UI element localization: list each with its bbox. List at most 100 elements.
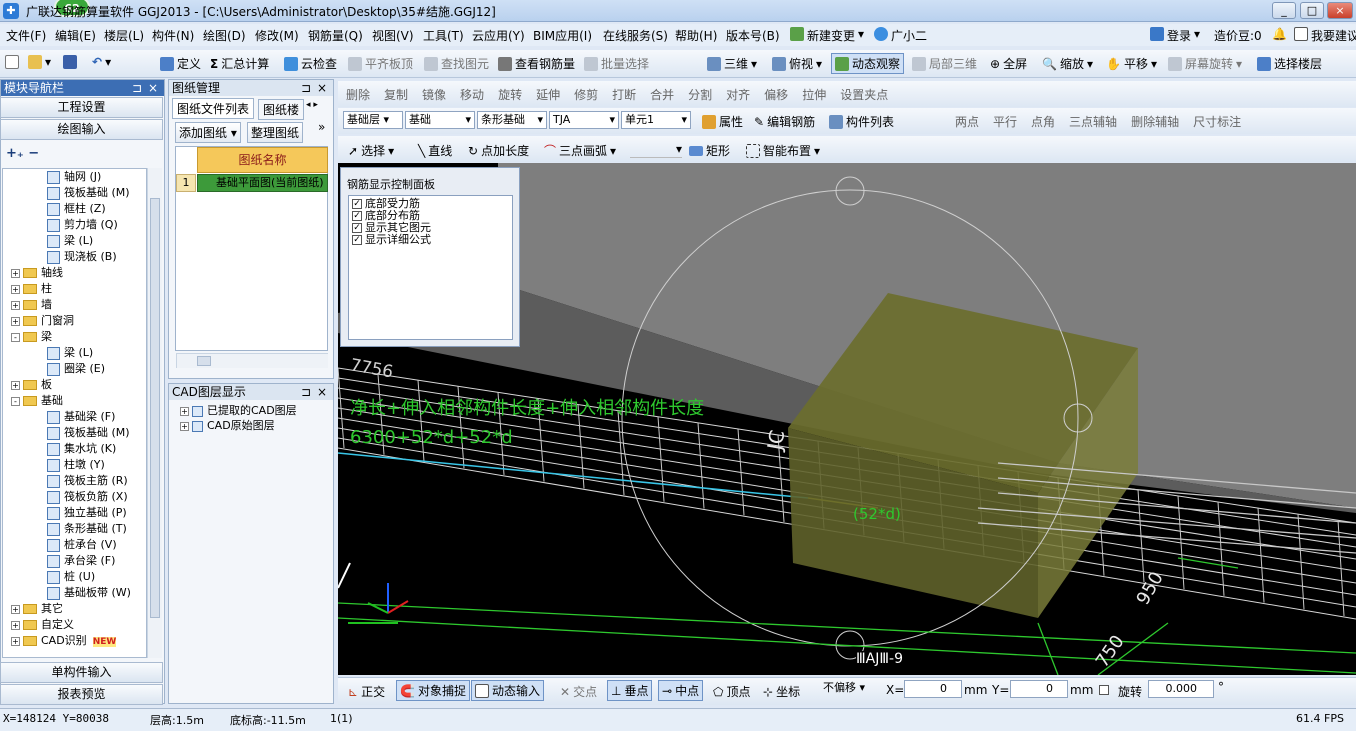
tree-item[interactable]: 桩 (U)	[3, 569, 146, 585]
project-settings-button[interactable]: 工程设置	[0, 97, 163, 118]
tree-item[interactable]: 框柱 (Z)	[3, 201, 146, 217]
perpendicular-snap-button[interactable]: ⊥ 垂点	[607, 680, 653, 701]
floor-select[interactable]: 基础层 ▾	[343, 111, 403, 129]
pan-button[interactable]: ✋ 平移 ▾	[1106, 55, 1157, 72]
edit-tool-button[interactable]: 旋转	[498, 86, 522, 103]
pin-icon[interactable]: ⊐	[132, 80, 142, 96]
axis-tool-button[interactable]: 点角	[1031, 113, 1055, 130]
component-list-button[interactable]: 构件列表	[829, 113, 894, 130]
price-balance[interactable]: 造价豆:0	[1214, 27, 1262, 44]
tree-item[interactable]: 筏板负筋 (X)	[3, 489, 146, 505]
cloud-check-button[interactable]: 云检查	[284, 55, 337, 72]
cad-layer-original[interactable]: + CAD原始图层	[180, 417, 275, 433]
tree-item[interactable]: 筏板基础 (M)	[3, 425, 146, 441]
tree-folder[interactable]: -梁	[3, 329, 146, 345]
tree-item[interactable]: 梁 (L)	[3, 233, 146, 249]
object-snap-button[interactable]: 🧲 对象捕捉	[396, 680, 470, 701]
single-component-input-button[interactable]: 单构件输入	[0, 662, 163, 683]
tree-item[interactable]: 独立基础 (P)	[3, 505, 146, 521]
expand-icon[interactable]: +	[11, 300, 20, 310]
edit-rebar-button[interactable]: ✎ 编辑钢筋	[754, 113, 815, 130]
axis-tool-button[interactable]: 两点	[955, 113, 979, 130]
tab-drawing-files[interactable]: 图纸文件列表	[172, 98, 255, 119]
component-name-select[interactable]: TJA ▾	[549, 111, 619, 129]
dynamic-input-button[interactable]: 动态输入	[471, 680, 545, 701]
table-row[interactable]: 基础平面图(当前图纸)	[197, 174, 328, 192]
edit-tool-button[interactable]: 复制	[384, 86, 408, 103]
screen-rotate-button[interactable]: 屏幕旋转 ▾	[1168, 55, 1242, 72]
pin-icon[interactable]: ⊐	[301, 80, 311, 96]
rotate-input[interactable]: 0.000	[1148, 680, 1214, 698]
intersection-snap-button[interactable]: ✕ 交点	[560, 683, 597, 700]
define-button[interactable]: 定义	[160, 55, 201, 72]
tree-item[interactable]: 圈梁 (E)	[3, 361, 146, 377]
expand-icon[interactable]: +	[11, 604, 20, 614]
align-slab-top-button[interactable]: 平齐板顶	[348, 55, 413, 72]
menu-rebar[interactable]: 钢筋量(Q)	[308, 27, 363, 44]
collapse-icon[interactable]: -	[11, 396, 20, 406]
more-icon[interactable]: »	[318, 120, 325, 134]
open-file-icon[interactable]: ▾	[28, 55, 51, 69]
edit-tool-button[interactable]: 分割	[688, 86, 712, 103]
edit-tool-button[interactable]: 对齐	[726, 86, 750, 103]
unit-select[interactable]: 单元1 ▾	[621, 111, 691, 129]
tree-folder[interactable]: + 墙	[3, 297, 146, 313]
tree-item[interactable]: 轴网 (J)	[3, 169, 146, 185]
minimize-button[interactable]: _	[1272, 2, 1296, 19]
tree-item[interactable]: 集水坑 (K)	[3, 441, 146, 457]
expand-icon[interactable]: +	[11, 316, 20, 326]
edit-tool-button[interactable]: 合并	[650, 86, 674, 103]
menu-help[interactable]: 帮助(H)	[675, 27, 717, 44]
tree-item[interactable]: 筏板主筋 (R)	[3, 473, 146, 489]
edit-tool-button[interactable]: 移动	[460, 86, 484, 103]
expand-icon[interactable]: +	[11, 284, 20, 294]
vertex-snap-button[interactable]: ⬠ 顶点	[713, 683, 750, 700]
tree-folder[interactable]: + 门窗洞	[3, 313, 146, 329]
undo-icon[interactable]: ↶ ▾	[92, 55, 111, 69]
edit-tool-button[interactable]: 偏移	[764, 86, 788, 103]
close-icon[interactable]: ×	[317, 80, 327, 96]
menu-bim[interactable]: BIM应用(I)	[533, 27, 592, 44]
y-input[interactable]: 0	[1010, 680, 1068, 698]
axis-tool-button[interactable]: 平行	[993, 113, 1017, 130]
edit-tool-button[interactable]: 拉伸	[802, 86, 826, 103]
tree-folder[interactable]: + 自定义	[3, 617, 146, 633]
select-button[interactable]: ➚ 选择 ▾	[348, 142, 394, 159]
edit-tool-button[interactable]: 镜像	[422, 86, 446, 103]
axis-tool-button[interactable]: 尺寸标注	[1193, 113, 1241, 130]
point-length-button[interactable]: ↻ 点加长度	[468, 142, 529, 159]
organize-drawing-button[interactable]: 整理图纸	[247, 122, 304, 143]
tree-folder[interactable]: + CAD识别 NEW	[3, 633, 146, 649]
app-icon[interactable]: ✚	[3, 3, 19, 19]
line-button[interactable]: ╲ 直线	[418, 142, 452, 159]
tree-item[interactable]: 桩承台 (V)	[3, 537, 146, 553]
tree-item[interactable]: 梁 (L)	[3, 345, 146, 361]
tree-folder[interactable]: + 轴线	[3, 265, 146, 281]
smart-layout-button[interactable]: 智能布置 ▾	[746, 142, 820, 159]
edit-tool-button[interactable]: 设置夹点	[840, 86, 888, 103]
menu-file[interactable]: 文件(F)	[6, 27, 46, 44]
top-view-button[interactable]: 俯视 ▾	[772, 55, 822, 72]
tree-item[interactable]: 条形基础 (T)	[3, 521, 146, 537]
menu-view[interactable]: 视图(V)	[372, 27, 414, 44]
tree-item[interactable]: 筏板基础 (M)	[3, 185, 146, 201]
tree-item[interactable]: 柱墩 (Y)	[3, 457, 146, 473]
tree-item[interactable]: 基础板带 (W)	[3, 585, 146, 601]
expand-icon[interactable]: +	[11, 380, 20, 390]
new-file-icon[interactable]	[5, 55, 19, 69]
tree-scrollbar[interactable]	[147, 168, 162, 658]
expand-icon[interactable]: +	[11, 620, 20, 630]
menu-online[interactable]: 在线服务(S)	[603, 27, 668, 44]
type-select[interactable]: 条形基础 ▾	[477, 111, 547, 129]
menu-floor[interactable]: 楼层(L)	[104, 27, 144, 44]
find-element-button[interactable]: 查找图元	[424, 55, 489, 72]
tree-folder[interactable]: + 其它	[3, 601, 146, 617]
tree-folder[interactable]: - 基础	[3, 393, 146, 409]
edit-tool-button[interactable]: 延伸	[536, 86, 560, 103]
menu-modify[interactable]: 修改(M)	[255, 27, 299, 44]
ortho-button[interactable]: ⊾ 正交	[348, 683, 385, 700]
tree-folder[interactable]: + 柱	[3, 281, 146, 297]
rectangle-button[interactable]: 矩形	[689, 142, 730, 159]
view-3d-button[interactable]: 三维 ▾	[707, 55, 757, 72]
menu-edit[interactable]: 编辑(E)	[55, 27, 96, 44]
